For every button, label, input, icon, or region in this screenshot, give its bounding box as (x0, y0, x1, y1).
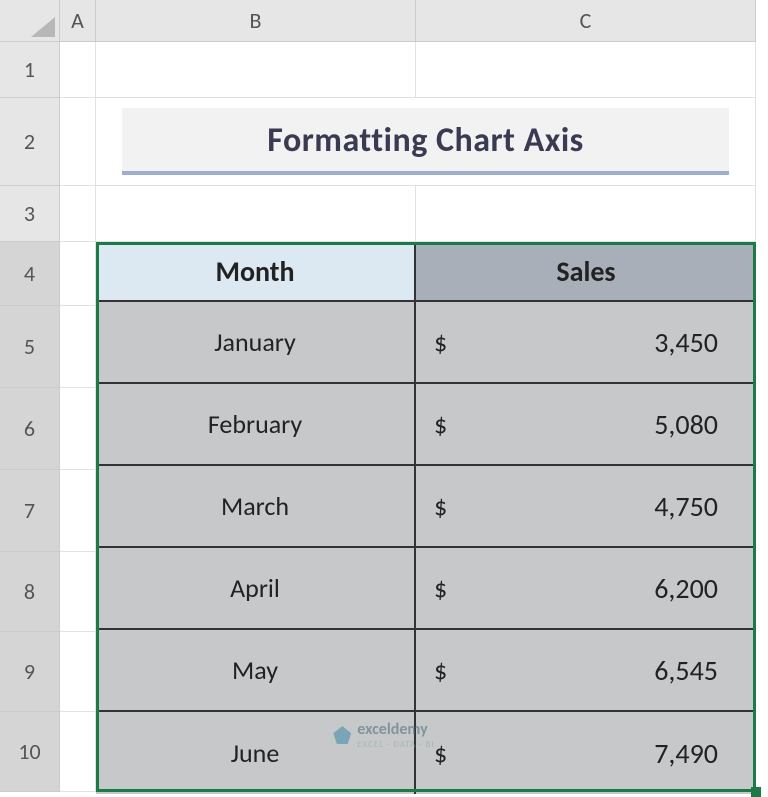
row-header-10[interactable]: 10 (0, 712, 60, 792)
cell-a8[interactable] (60, 552, 96, 632)
column-header-b[interactable]: B (96, 0, 416, 42)
spreadsheet-grid: A B C 1 2 3 4 5 6 7 8 9 10 Formatting Ch… (0, 0, 768, 792)
currency-symbol: $ (434, 572, 447, 604)
currency-symbol: $ (434, 654, 447, 686)
select-all-corner[interactable] (0, 0, 60, 42)
cell-a2[interactable] (60, 98, 96, 186)
table-row-month[interactable]: May (96, 630, 416, 712)
table-row-sales[interactable]: $ 5,080 (416, 384, 756, 466)
cell-a4[interactable] (60, 242, 96, 306)
cell-b3[interactable] (96, 186, 416, 242)
column-header-c[interactable]: C (416, 0, 756, 42)
cell-a6[interactable] (60, 388, 96, 470)
sales-value: 6,200 (654, 571, 718, 606)
cell-a5[interactable] (60, 306, 96, 388)
currency-symbol: $ (434, 326, 447, 358)
cell-c3[interactable] (416, 186, 756, 242)
page-title: Formatting Chart Axis (122, 108, 728, 175)
title-cell[interactable]: Formatting Chart Axis (96, 98, 756, 186)
column-header-a[interactable]: A (60, 0, 96, 42)
watermark-brand: exceldemy (357, 720, 434, 739)
table-row-sales[interactable]: $ 6,200 (416, 548, 756, 630)
table-row-month[interactable]: March (96, 466, 416, 548)
currency-symbol: $ (434, 490, 447, 522)
sales-value: 6,545 (654, 653, 718, 688)
row-header-9[interactable]: 9 (0, 632, 60, 712)
cell-b1[interactable] (96, 42, 416, 98)
table-row-sales[interactable]: $ 4,750 (416, 466, 756, 548)
currency-symbol: $ (434, 737, 447, 769)
watermark-logo-icon (333, 726, 351, 744)
row-header-1[interactable]: 1 (0, 42, 60, 98)
cell-a3[interactable] (60, 186, 96, 242)
table-header-month[interactable]: Month (96, 242, 416, 302)
table-row-sales[interactable]: $ 6,545 (416, 630, 756, 712)
cell-a1[interactable] (60, 42, 96, 98)
cell-a7[interactable] (60, 470, 96, 552)
data-table-selection[interactable]: Month Sales January $ 3,450 February $ 5… (96, 242, 756, 792)
watermark: exceldemy EXCEL · DATA · BI (333, 720, 434, 750)
row-header-2[interactable]: 2 (0, 98, 60, 186)
row-header-4[interactable]: 4 (0, 242, 60, 306)
table-row-month[interactable]: April (96, 548, 416, 630)
cell-c1[interactable] (416, 42, 756, 98)
sales-value: 7,490 (654, 736, 718, 771)
table-row-month[interactable]: January (96, 302, 416, 384)
sales-value: 3,450 (654, 325, 718, 360)
selection-fill-handle[interactable] (751, 787, 761, 797)
sales-value: 4,750 (654, 489, 718, 524)
data-table: Month Sales January $ 3,450 February $ 5… (96, 242, 756, 792)
currency-symbol: $ (434, 408, 447, 440)
table-header-sales[interactable]: Sales (416, 242, 756, 302)
table-row-month[interactable]: February (96, 384, 416, 466)
row-header-8[interactable]: 8 (0, 552, 60, 632)
cell-a10[interactable] (60, 712, 96, 792)
row-header-7[interactable]: 7 (0, 470, 60, 552)
table-row-sales[interactable]: $ 7,490 (416, 712, 756, 794)
row-header-3[interactable]: 3 (0, 186, 60, 242)
row-header-5[interactable]: 5 (0, 306, 60, 388)
row-header-6[interactable]: 6 (0, 388, 60, 470)
cell-a9[interactable] (60, 632, 96, 712)
table-row-sales[interactable]: $ 3,450 (416, 302, 756, 384)
watermark-tagline: EXCEL · DATA · BI (357, 739, 434, 750)
sales-value: 5,080 (654, 407, 718, 442)
